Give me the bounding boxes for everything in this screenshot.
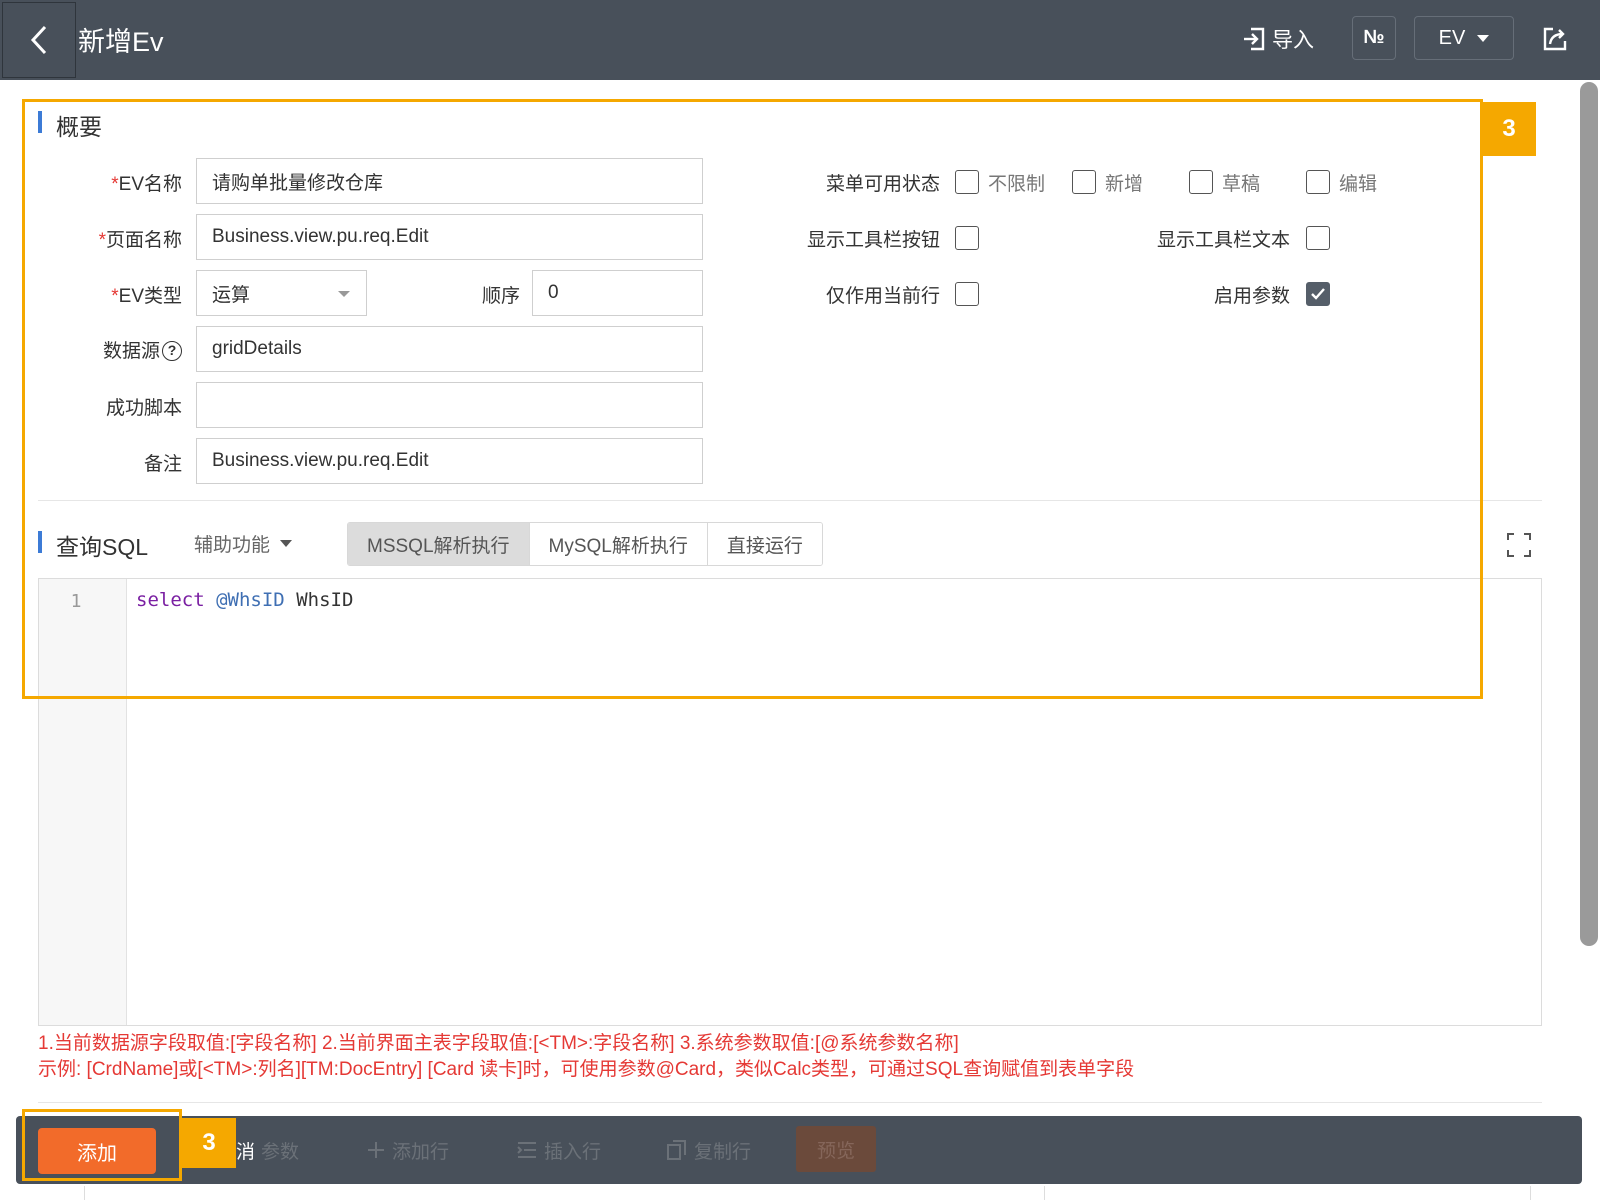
preview-button[interactable]: 预览 [796, 1126, 876, 1172]
vertical-scrollbar[interactable] [1580, 82, 1598, 946]
caret-down-icon [1477, 34, 1490, 42]
hint-line-1: 1.当前数据源字段取值:[字段名称] 2.当前界面主表字段取值:[<TM>:字段… [38, 1033, 959, 1054]
copy-row-button[interactable]: 复制行 [666, 1133, 751, 1167]
import-label: 导入 [1272, 29, 1314, 52]
insert-row-icon [517, 1142, 536, 1158]
number-button[interactable]: № [1352, 16, 1396, 60]
copy-row-label: 复制行 [694, 1141, 752, 1163]
highlight-box-add [22, 1109, 182, 1181]
fullscreen-button[interactable] [1506, 532, 1532, 558]
back-button[interactable] [2, 2, 76, 78]
ev-dropdown-label: EV [1438, 26, 1466, 49]
fullscreen-icon [1507, 533, 1531, 557]
insert-row-button[interactable]: 插入行 [516, 1133, 601, 1167]
section-divider [38, 1102, 1542, 1103]
ev-dropdown[interactable]: EV [1414, 16, 1514, 60]
grid-column-divider [1530, 1186, 1531, 1200]
plus-icon [368, 1142, 384, 1158]
grid-column-divider [84, 1186, 85, 1200]
number-sign-icon: № [1363, 27, 1385, 48]
grid-column-divider [1044, 1186, 1045, 1200]
top-header: 新增Ev 导入 № EV [0, 0, 1600, 80]
cancel-params-button[interactable]: 消参数 [236, 1133, 299, 1167]
cancel-params-partial: 消 [236, 1141, 256, 1163]
step-badge: 3 [182, 1118, 236, 1168]
chevron-left-icon [30, 25, 47, 55]
add-row-label: 添加行 [392, 1141, 450, 1163]
add-row-button[interactable]: 添加行 [366, 1133, 449, 1167]
copy-icon [667, 1140, 686, 1160]
page-title: 新增Ev [78, 27, 164, 57]
import-icon [1244, 27, 1265, 51]
external-link-icon [1543, 27, 1567, 51]
open-external-button[interactable] [1538, 22, 1572, 56]
import-button[interactable]: 导入 [1242, 22, 1314, 56]
insert-row-label: 插入行 [544, 1141, 602, 1163]
cancel-params-label: 参数 [261, 1141, 300, 1163]
step-badge: 3 [1482, 102, 1536, 156]
hint-line-2: 示例: [CrdName]或[<TM>:列名][TM:DocEntry] [Ca… [38, 1059, 1135, 1080]
highlight-box-overview [22, 99, 1483, 699]
